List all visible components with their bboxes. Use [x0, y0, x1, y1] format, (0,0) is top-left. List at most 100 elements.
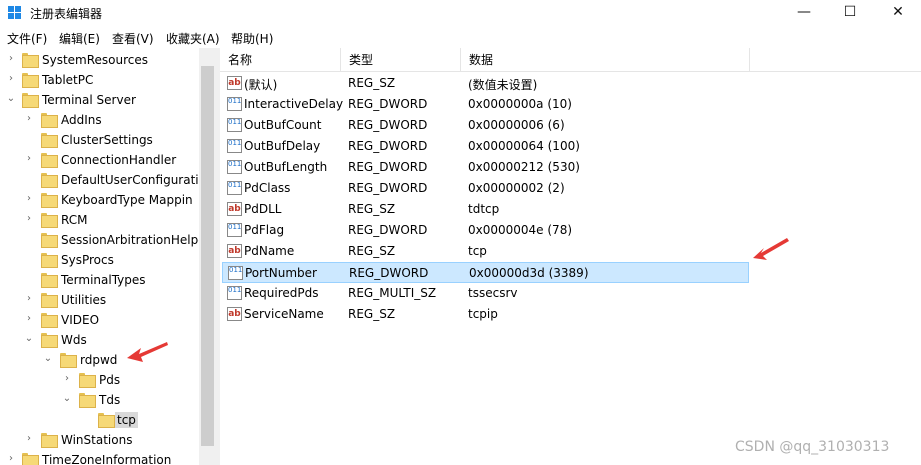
- close-button[interactable]: ✕: [875, 0, 921, 27]
- tree-node[interactable]: ⌄ Wds: [0, 330, 200, 350]
- tree-node[interactable]: › VIDEO: [0, 310, 200, 330]
- menu-help[interactable]: 帮助(H): [231, 30, 273, 47]
- binary-value-icon: 011: [227, 223, 242, 237]
- tree-node-label: Wds: [61, 333, 87, 347]
- value-row-selected[interactable]: 011 PortNumber REG_DWORD 0x00000d3d (338…: [222, 262, 749, 283]
- expand-chevron-icon[interactable]: ›: [24, 113, 34, 125]
- tree-node-label: Tds: [99, 393, 121, 407]
- tree-node-label: VIDEO: [61, 313, 100, 327]
- value-row[interactable]: ab (默认) REG_SZ (数值未设置): [222, 73, 749, 94]
- value-name: OutBufDelay: [244, 139, 321, 153]
- tree-node-label: TabletPC: [42, 73, 94, 87]
- minimize-button[interactable]: —: [781, 0, 827, 27]
- value-row[interactable]: ab ServiceName REG_SZ tcpip: [222, 304, 749, 325]
- binary-value-icon: 011: [227, 118, 242, 132]
- maximize-button[interactable]: ☐: [827, 0, 873, 27]
- folder-icon: [41, 233, 58, 248]
- value-data: tssecsrv: [468, 286, 518, 300]
- value-row[interactable]: 011 OutBufDelay REG_DWORD 0x00000064 (10…: [222, 136, 749, 157]
- value-row[interactable]: 011 RequiredPds REG_MULTI_SZ tssecsrv: [222, 283, 749, 304]
- value-row[interactable]: 011 PdClass REG_DWORD 0x00000002 (2): [222, 178, 749, 199]
- column-header-type[interactable]: 类型: [341, 48, 461, 72]
- folder-icon: [22, 93, 39, 108]
- value-data: 0x0000004e (78): [468, 223, 573, 237]
- tree-node-selected[interactable]: tcp: [0, 410, 200, 430]
- collapse-chevron-icon[interactable]: ⌄: [62, 393, 72, 405]
- menu-view[interactable]: 查看(V): [112, 30, 154, 47]
- binary-value-icon: 011: [228, 266, 243, 280]
- binary-value-icon: 011: [227, 139, 242, 153]
- expand-chevron-icon[interactable]: ›: [24, 313, 34, 325]
- tree-node-label: TimeZoneInformation: [42, 453, 172, 465]
- tree-node[interactable]: › TimeZoneInformation: [0, 450, 200, 465]
- value-type: REG_SZ: [348, 244, 396, 258]
- value-row[interactable]: 011 InteractiveDelay REG_DWORD 0x0000000…: [222, 94, 749, 115]
- tree-node[interactable]: › AddIns: [0, 110, 200, 130]
- tree-scrollbar-thumb[interactable]: [201, 66, 214, 446]
- value-row[interactable]: ab PdDLL REG_SZ tdtcp: [222, 199, 749, 220]
- title-bar: 注册表编辑器 — ☐ ✕: [0, 0, 921, 27]
- value-row[interactable]: 011 OutBufLength REG_DWORD 0x00000212 (5…: [222, 157, 749, 178]
- tree-node[interactable]: › RCM: [0, 210, 200, 230]
- regedit-app-icon: [8, 6, 21, 19]
- folder-icon: [41, 193, 58, 208]
- tree-node-label: ClusterSettings: [61, 133, 153, 147]
- expand-chevron-icon[interactable]: ›: [6, 53, 16, 65]
- tree-node[interactable]: ⌄ Tds: [0, 390, 200, 410]
- expand-chevron-icon[interactable]: ›: [24, 293, 34, 305]
- red-arrow-icon: [127, 342, 168, 362]
- value-type: REG_SZ: [348, 76, 396, 90]
- tree-node[interactable]: › Utilities: [0, 290, 200, 310]
- tree-node[interactable]: › ConnectionHandler: [0, 150, 200, 170]
- column-header-data[interactable]: 数据: [461, 48, 750, 72]
- expand-chevron-icon[interactable]: ›: [62, 373, 72, 385]
- tree-node[interactable]: › KeyboardType Mappin: [0, 190, 200, 210]
- tree-node[interactable]: SysProcs: [0, 250, 200, 270]
- expand-chevron-icon[interactable]: ›: [6, 453, 16, 465]
- tree-node[interactable]: ⌄ Terminal Server: [0, 90, 200, 110]
- value-row[interactable]: 011 OutBufCount REG_DWORD 0x00000006 (6): [222, 115, 749, 136]
- tree-node[interactable]: › Pds: [0, 370, 200, 390]
- menu-file[interactable]: 文件(F): [7, 30, 47, 47]
- string-value-icon: ab: [227, 76, 242, 90]
- collapse-chevron-icon[interactable]: ⌄: [6, 93, 16, 105]
- expand-chevron-icon[interactable]: ›: [24, 153, 34, 165]
- watermark: CSDN @qq_31030313: [735, 439, 890, 455]
- value-name: PdName: [244, 244, 295, 258]
- folder-icon: [41, 293, 58, 308]
- expand-chevron-icon[interactable]: ›: [24, 433, 34, 445]
- tree-node-label: Utilities: [61, 293, 107, 307]
- value-name: InteractiveDelay: [244, 97, 344, 111]
- tree-node-label: ConnectionHandler: [61, 153, 177, 167]
- expand-chevron-icon[interactable]: ›: [6, 73, 16, 85]
- tree-node[interactable]: DefaultUserConfiguratio: [0, 170, 206, 190]
- column-header-name[interactable]: 名称: [220, 48, 341, 72]
- folder-icon: [79, 393, 96, 408]
- tree-node[interactable]: ⌄ rdpwd: [0, 350, 200, 370]
- collapse-chevron-icon[interactable]: ⌄: [43, 353, 53, 365]
- value-row[interactable]: ab PdName REG_SZ tcp: [222, 241, 749, 262]
- binary-value-icon: 011: [227, 181, 242, 195]
- value-data: (数值未设置): [468, 78, 538, 92]
- value-data: 0x00000006 (6): [468, 118, 565, 132]
- tree-node-label: WinStations: [61, 433, 133, 447]
- tree-node[interactable]: SessionArbitrationHelpe: [0, 230, 206, 250]
- string-value-icon: ab: [227, 307, 242, 321]
- expand-chevron-icon[interactable]: ›: [24, 193, 34, 205]
- tree-node[interactable]: › WinStations: [0, 430, 200, 450]
- collapse-chevron-icon[interactable]: ⌄: [24, 333, 34, 345]
- value-name: OutBufLength: [244, 160, 328, 174]
- folder-icon: [79, 373, 96, 388]
- expand-chevron-icon[interactable]: ›: [24, 213, 34, 225]
- tree-scrollbar[interactable]: [199, 48, 216, 465]
- menu-edit[interactable]: 编辑(E): [59, 30, 100, 47]
- menu-favorites[interactable]: 收藏夹(A): [166, 30, 220, 47]
- tree-node[interactable]: TerminalTypes: [0, 270, 200, 290]
- tree-node[interactable]: › SystemResources: [0, 50, 200, 70]
- tree-node-label: Pds: [99, 373, 121, 387]
- value-data: 0x00000d3d (3389): [469, 266, 589, 280]
- tree-node[interactable]: › TabletPC: [0, 70, 200, 90]
- folder-icon: [41, 153, 58, 168]
- tree-node[interactable]: ClusterSettings: [0, 130, 200, 150]
- value-row[interactable]: 011 PdFlag REG_DWORD 0x0000004e (78): [222, 220, 749, 241]
